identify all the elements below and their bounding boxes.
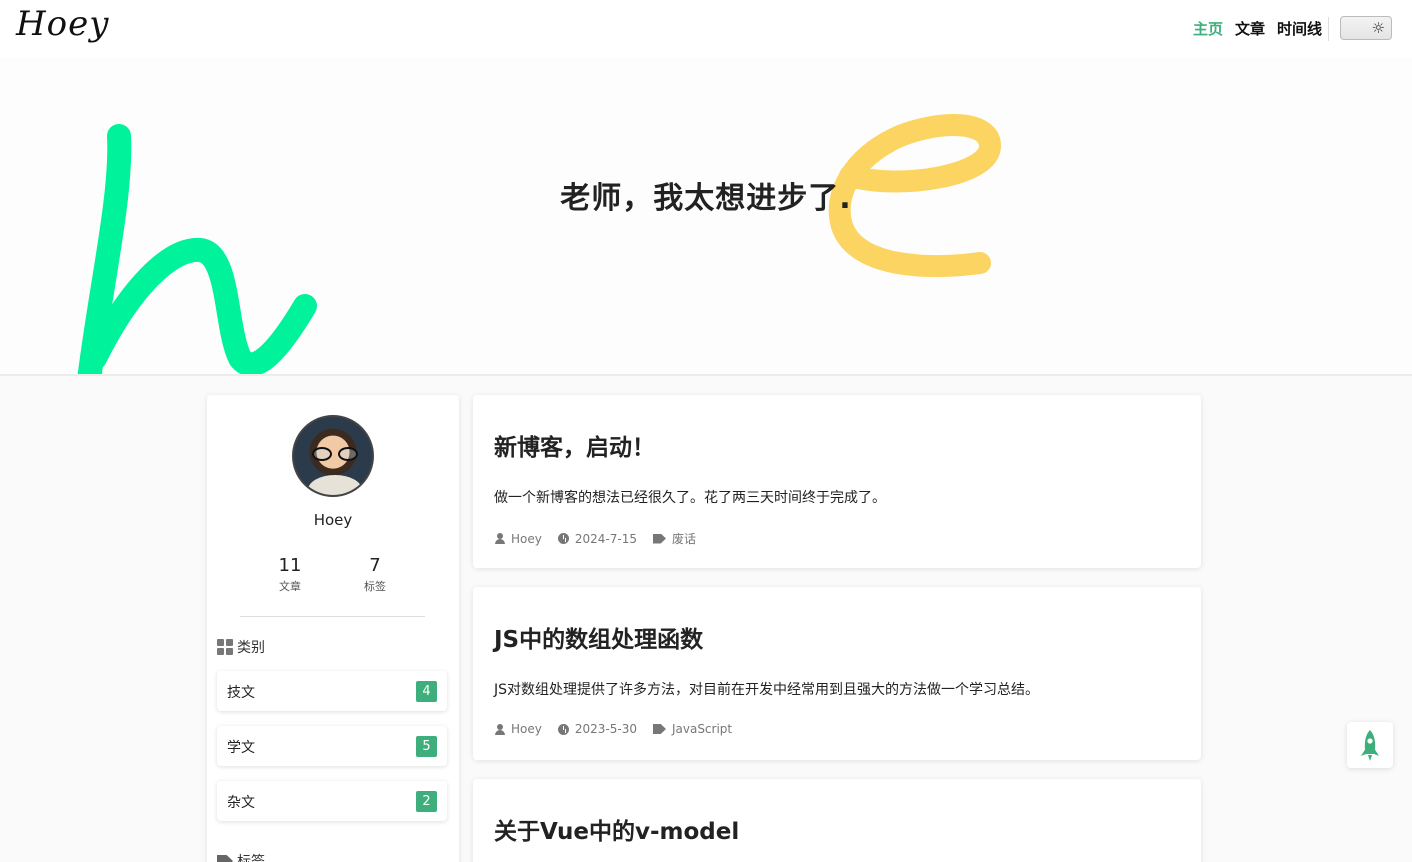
user-icon — [495, 723, 505, 735]
stat-articles[interactable]: 11 文章 — [260, 555, 320, 594]
nav-divider — [1328, 17, 1329, 41]
category-name: 杂文 — [227, 795, 255, 811]
avatar-glasses — [310, 447, 360, 461]
post-card[interactable]: 新博客，启动！ 做一个新博客的想法已经很久了。花了两三天时间终于完成了。 Hoe… — [473, 395, 1201, 568]
rocket-icon — [1361, 730, 1379, 761]
category-item[interactable]: 技文 4 — [217, 671, 447, 711]
tag-icon — [652, 533, 666, 544]
hero-slogan: 老师，我太想进步了. — [560, 181, 852, 216]
stat-articles-value: 11 — [278, 555, 302, 576]
theme-toggle-button[interactable]: ☼ — [1340, 16, 1392, 40]
category-item[interactable]: 学文 5 — [217, 726, 447, 766]
categories-heading: 类别 — [217, 637, 265, 657]
post-title[interactable]: JS中的数组处理函数 — [494, 620, 703, 654]
post-card[interactable]: JS中的数组处理函数 JS对数组处理提供了许多方法，对目前在开发中经常用到且强大… — [473, 587, 1201, 760]
post-description: JS对数组处理提供了许多方法，对目前在开发中经常用到且强大的方法做一个学习总结。 — [494, 682, 1040, 698]
stat-tags-label: 标签 — [364, 580, 386, 593]
clock-icon — [557, 533, 569, 544]
user-icon — [495, 533, 505, 544]
post-title[interactable]: 新博客，启动！ — [494, 428, 655, 462]
tag-icon — [217, 855, 233, 862]
post-description: 做一个新博客的想法已经很久了。花了两三天时间终于完成了。 — [494, 490, 886, 506]
post-meta: Hoey 2024-7-15 废话 — [495, 530, 696, 547]
tags-title: 标签 — [237, 854, 265, 862]
post-card[interactable]: 关于Vue中的v-model — [473, 779, 1201, 862]
stat-articles-label: 文章 — [279, 580, 301, 593]
top-navbar: Hoey 主页 文章 时间线 ☼ — [0, 0, 1412, 58]
divider — [240, 616, 425, 617]
category-count-badge: 4 — [416, 681, 437, 702]
sun-icon: ☼ — [1371, 19, 1385, 37]
post-meta: Hoey 2023-5-30 JavaScript — [495, 722, 732, 736]
post-author: Hoey — [511, 531, 542, 546]
back-to-top-button[interactable] — [1347, 722, 1393, 768]
category-item[interactable]: 杂文 2 — [217, 781, 447, 821]
post-title[interactable]: 关于Vue中的v-model — [494, 812, 739, 846]
stat-tags-value: 7 — [369, 555, 381, 576]
post-author: Hoey — [511, 722, 542, 736]
user-name: Hoey — [313, 511, 353, 529]
handwritten-h-letter — [77, 124, 317, 374]
main-nav: 主页 文章 时间线 — [1193, 18, 1322, 39]
site-logo[interactable]: Hoey — [16, 4, 109, 44]
hero-banner: 老师，我太想进步了. — [0, 58, 1412, 376]
category-name: 技文 — [227, 685, 255, 701]
tags-heading: 标签 — [217, 851, 265, 862]
post-tag[interactable]: 废话 — [672, 530, 696, 547]
grid-icon — [217, 639, 233, 655]
stat-tags[interactable]: 7 标签 — [345, 555, 405, 594]
category-name: 学文 — [227, 740, 255, 756]
post-date: 2023-5-30 — [574, 722, 637, 736]
post-date: 2024-7-15 — [574, 531, 637, 546]
categories-title: 类别 — [237, 640, 265, 656]
clock-icon — [557, 723, 569, 735]
tag-icon — [652, 724, 666, 734]
category-count-badge: 2 — [416, 791, 437, 812]
nav-articles[interactable]: 文章 — [1235, 18, 1265, 39]
avatar — [292, 415, 374, 497]
category-count-badge: 5 — [416, 736, 437, 757]
nav-home[interactable]: 主页 — [1193, 18, 1223, 39]
post-tag[interactable]: JavaScript — [672, 722, 732, 736]
nav-timeline[interactable]: 时间线 — [1277, 18, 1322, 39]
profile-sidebar: Hoey 11 文章 7 标签 类别 技文 4 学文 5 杂文 2 标签 — [207, 395, 459, 862]
hero-decoration — [77, 114, 1001, 374]
